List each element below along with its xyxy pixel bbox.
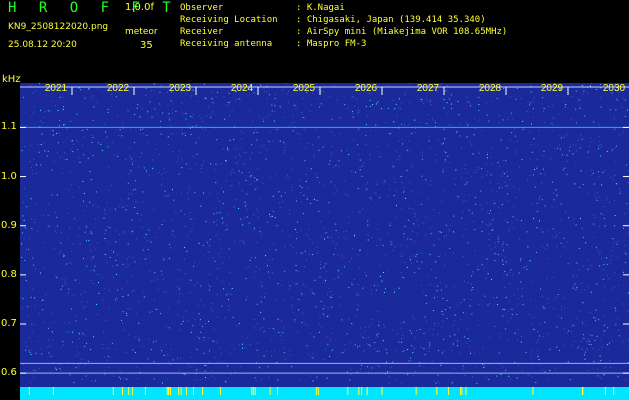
band-tick bbox=[192, 387, 194, 395]
band-tick bbox=[277, 387, 279, 395]
band-tick bbox=[28, 387, 30, 395]
band-tick bbox=[166, 387, 168, 395]
band-tick bbox=[112, 387, 114, 395]
band-tick bbox=[202, 387, 204, 395]
y-tick-label: 1.0 bbox=[1, 170, 17, 182]
band-tick bbox=[52, 387, 54, 395]
meta-value-receiver: : AirSpy mini (Miakejima VOR 108.65MHz) bbox=[296, 27, 508, 37]
band-tick bbox=[121, 387, 123, 395]
spectrogram-field bbox=[20, 83, 629, 400]
x-tick-label: 2025 bbox=[293, 83, 316, 94]
x-tick-label: 2029 bbox=[541, 83, 564, 94]
app-version: 1.0.0f bbox=[125, 2, 154, 13]
meta-key-location: Receiving Location bbox=[180, 15, 278, 25]
band-tick bbox=[347, 387, 349, 395]
x-tick-label: 2023 bbox=[169, 83, 192, 94]
band-tick bbox=[358, 387, 360, 395]
mode-label: meteor bbox=[125, 27, 158, 37]
band-tick bbox=[613, 387, 615, 395]
file-name: KN9_2508122020.png bbox=[8, 22, 109, 32]
band-tick bbox=[436, 387, 438, 395]
band-tick bbox=[254, 387, 256, 395]
band-tick bbox=[219, 387, 221, 395]
band-tick bbox=[128, 387, 130, 395]
band-tick bbox=[581, 387, 583, 395]
y-tick-label: 0.6 bbox=[1, 367, 17, 379]
band-tick bbox=[317, 387, 319, 395]
meta-key-antenna: Receiving antenna bbox=[180, 39, 273, 49]
band-tick bbox=[251, 387, 253, 395]
band-tick bbox=[144, 387, 146, 395]
y-tick-label: 0.9 bbox=[1, 219, 17, 231]
meta-key-observer: Observer bbox=[180, 3, 224, 13]
x-tick-label: 2022 bbox=[107, 83, 130, 94]
band-tick bbox=[269, 387, 271, 395]
spectrogram-plot: 2021 2022 2023 2024 2025 2026 2027 2028 2029 2030 bbox=[20, 83, 629, 400]
meta-value-location: : Chigasaki, Japan (139.414 35.340) bbox=[296, 15, 486, 25]
band-tick bbox=[361, 387, 363, 395]
band-tick bbox=[178, 387, 180, 395]
band-tick bbox=[168, 387, 170, 395]
band-tick bbox=[180, 387, 182, 395]
date-time: 25.08.12 20:20 bbox=[8, 40, 77, 50]
band-tick bbox=[131, 387, 133, 395]
band-tick bbox=[604, 387, 606, 395]
band-tick bbox=[381, 387, 383, 395]
meta-value-antenna: : Maspro FM-3 bbox=[296, 39, 367, 49]
hrofft-window: H R O F F T 1.0.0f KN9_2508122020.png me… bbox=[0, 0, 629, 400]
y-tick-label: 0.7 bbox=[1, 318, 17, 330]
band-tick bbox=[366, 387, 368, 395]
band-tick bbox=[315, 387, 317, 395]
band-tick bbox=[252, 387, 254, 395]
x-tick-label: 2030 bbox=[603, 83, 626, 94]
x-tick-label: 2027 bbox=[417, 83, 440, 94]
band-tick bbox=[170, 387, 172, 395]
band-tick bbox=[447, 387, 449, 395]
y-tick-label: 1.1 bbox=[1, 121, 17, 133]
band-tick bbox=[465, 387, 467, 395]
x-tick-label: 2021 bbox=[45, 83, 68, 94]
x-tick-label: 2028 bbox=[479, 83, 502, 94]
band-tick bbox=[460, 387, 462, 395]
band-tick bbox=[185, 387, 187, 395]
bottom-band bbox=[20, 387, 629, 400]
band-tick bbox=[415, 387, 417, 395]
x-tick-label: 2024 bbox=[231, 83, 254, 94]
meta-value-observer: : K.Nagai bbox=[296, 3, 345, 13]
x-tick-label: 2026 bbox=[355, 83, 378, 94]
y-axis-unit: kHz bbox=[2, 74, 21, 85]
band-tick bbox=[532, 387, 534, 395]
mode-value: 35 bbox=[140, 40, 153, 51]
y-tick-label: 0.8 bbox=[1, 268, 17, 280]
meta-key-receiver: Receiver bbox=[180, 27, 224, 37]
band-tick bbox=[461, 387, 463, 395]
